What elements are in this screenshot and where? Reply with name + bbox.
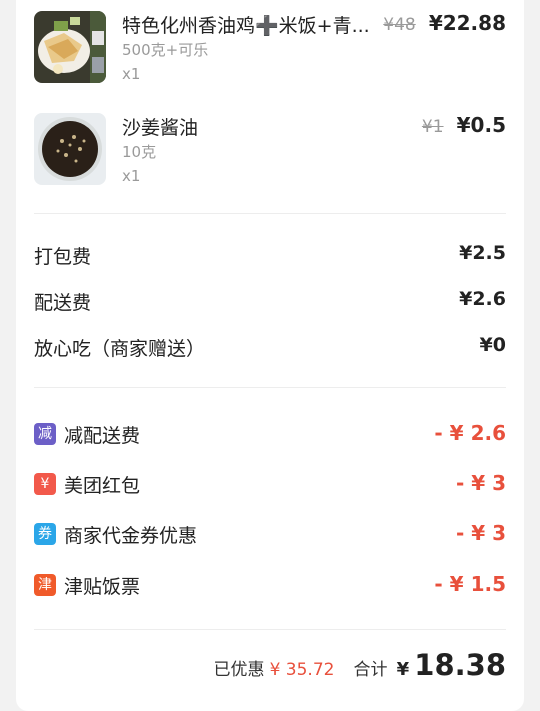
order-detail-card: 特色化州香油鸡➕米饭+青... 500克+可乐 x1 ¥48 ¥22.88 沙姜… <box>16 0 524 711</box>
subsidy-badge-icon: 津 <box>34 574 56 596</box>
current-price: ¥0.5 <box>456 113 506 137</box>
fee-value: ¥0 <box>479 334 506 356</box>
item-spec: 500克+可乐 <box>122 41 209 59</box>
discount-delivery-row: 减 减配送费 - ¥ 2.6 <box>34 421 506 449</box>
coupon-badge-icon: 券 <box>34 523 56 545</box>
divider <box>34 387 506 388</box>
order-item[interactable]: 沙姜酱油 10克 x1 ¥1 ¥0.5 <box>34 113 506 193</box>
sauce-bowl-photo-icon <box>34 113 106 185</box>
original-price: ¥1 <box>421 117 444 137</box>
reduce-badge-icon: 减 <box>34 423 56 445</box>
discount-label: 减配送费 <box>64 425 141 447</box>
fee-label: 放心吃（商家赠送） <box>34 338 206 360</box>
fee-value: ¥2.5 <box>459 242 506 264</box>
discount-subsidy-row: 津 津贴饭票 - ¥ 1.5 <box>34 572 506 600</box>
divider <box>34 213 506 214</box>
fee-value: ¥2.6 <box>459 288 506 310</box>
discount-value: - ¥ 2.6 <box>434 421 506 445</box>
total-label: 合计 <box>353 660 388 680</box>
packing-fee-row: 打包费 ¥2.5 <box>34 242 506 270</box>
fee-label: 配送费 <box>34 292 92 314</box>
discount-label: 美团红包 <box>64 475 141 497</box>
discount-value: - ¥ 3 <box>455 471 506 495</box>
chicken-rice-photo-icon <box>34 11 106 83</box>
worry-free-row[interactable]: 放心吃（商家赠送） ¥0 <box>34 334 506 362</box>
discount-value: - ¥ 3 <box>455 521 506 545</box>
discount-redpacket-row: ¥ 美团红包 - ¥ 3 <box>34 471 506 499</box>
item-name: 特色化州香油鸡➕米饭+青... <box>122 15 370 37</box>
item-quantity: x1 <box>122 167 141 185</box>
item-price-group: ¥1 ¥0.5 <box>422 113 506 137</box>
item-quantity: x1 <box>122 65 141 83</box>
original-price: ¥48 <box>383 15 416 35</box>
total-amount: 18.38 <box>414 648 506 682</box>
saved-label: 已优惠 <box>213 660 265 680</box>
delivery-fee-row: 配送费 ¥2.6 <box>34 288 506 316</box>
discount-label: 津贴饭票 <box>64 576 141 598</box>
discount-value: - ¥ 1.5 <box>434 572 506 596</box>
saved-value: ¥ 35.72 <box>269 660 335 680</box>
yuan-badge-icon: ¥ <box>34 473 56 495</box>
fee-label: 打包费 <box>34 246 92 268</box>
current-price: ¥22.88 <box>428 11 506 35</box>
item-name: 沙姜酱油 <box>122 117 199 139</box>
discount-label: 商家代金券优惠 <box>64 525 198 547</box>
total-currency: ¥ <box>396 659 410 680</box>
item-spec: 10克 <box>122 143 157 161</box>
item-price-group: ¥48 ¥22.88 <box>383 11 506 35</box>
discount-voucher-row: 券 商家代金券优惠 - ¥ 3 <box>34 521 506 549</box>
order-total-bar: 已优惠 ¥ 35.72 合计 ¥ 18.38 <box>213 648 506 682</box>
divider <box>34 629 506 630</box>
order-item[interactable]: 特色化州香油鸡➕米饭+青... 500克+可乐 x1 ¥48 ¥22.88 <box>34 11 506 91</box>
